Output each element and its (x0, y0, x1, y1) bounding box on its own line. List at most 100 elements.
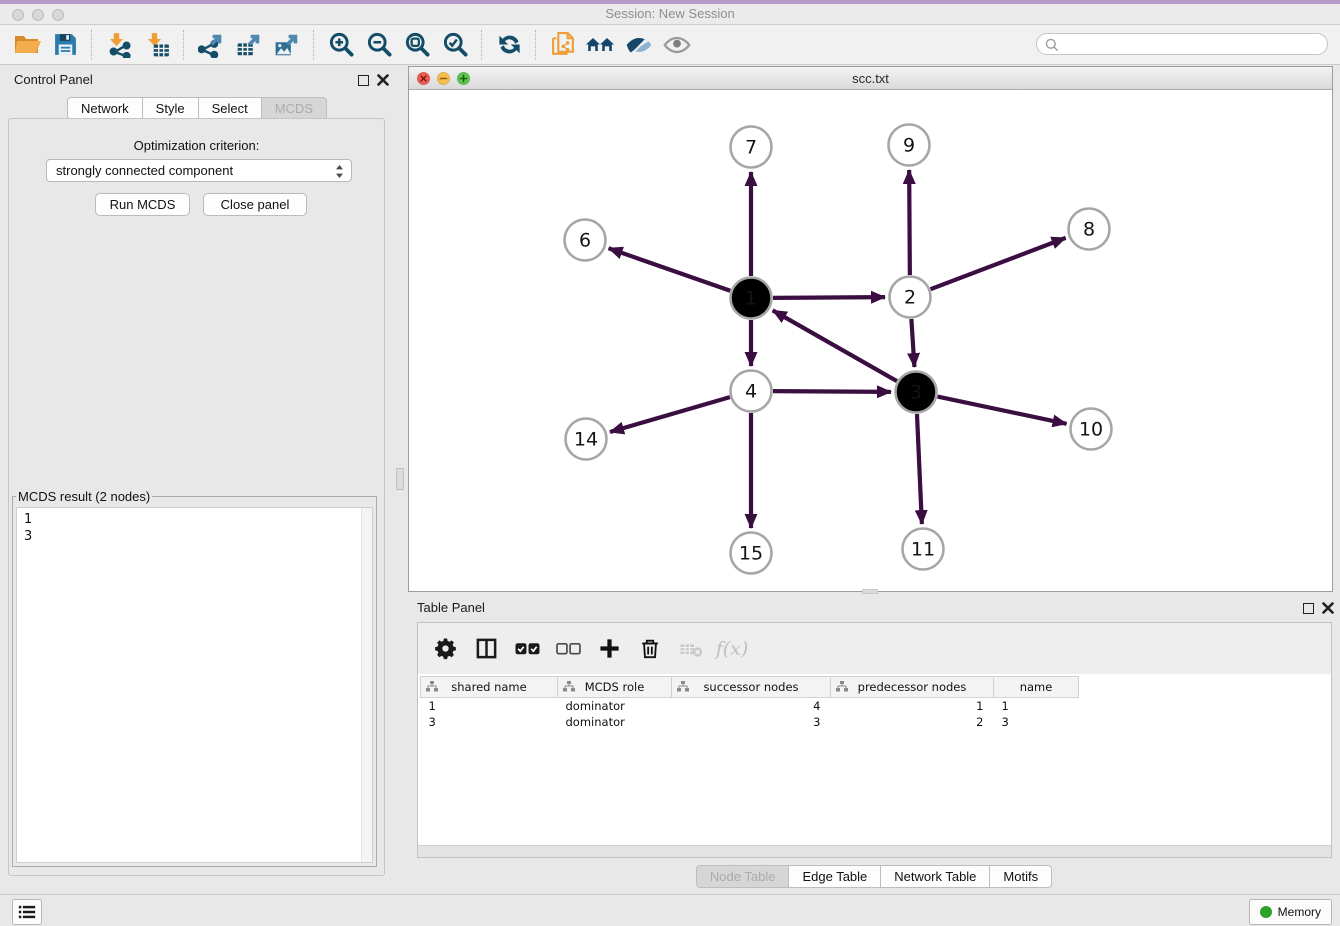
tab-motifs[interactable]: Motifs (989, 865, 1052, 888)
criterion-value: strongly connected component (56, 163, 233, 178)
hide-selected-icon[interactable] (620, 29, 658, 61)
network-canvas[interactable]: 7968124314101511 (409, 90, 1332, 591)
toolbar-separator (91, 30, 93, 60)
close-table-panel-icon[interactable] (1322, 602, 1334, 614)
tab-select[interactable]: Select (198, 97, 262, 120)
tab-node-table[interactable]: Node Table (696, 865, 790, 888)
status-bar: Memory (0, 894, 1340, 926)
result-scrollbar[interactable] (361, 508, 372, 862)
import-table-icon[interactable] (138, 29, 176, 61)
edge-2-8[interactable] (931, 238, 1066, 289)
list-icon (18, 904, 36, 920)
float-table-panel-icon[interactable] (1303, 603, 1314, 614)
mcds-result-fieldset: MCDS result (2 nodes) 1 3 (12, 489, 377, 867)
cell-mcds-role[interactable]: dominator (558, 698, 672, 715)
edge-3-11[interactable] (917, 414, 922, 524)
cell-shared-name[interactable]: 3 (421, 714, 558, 730)
column-header-successor-nodes[interactable]: successor nodes (672, 677, 831, 698)
toolbar-separator (313, 30, 315, 60)
run-mcds-button[interactable]: Run MCDS (95, 193, 190, 216)
control-panel-tabs: NetworkStyleSelectMCDS (0, 97, 394, 120)
network-window-titlebar[interactable]: scc.txt (409, 67, 1332, 90)
memory-button[interactable]: Memory (1249, 899, 1332, 925)
ndex-import-icon[interactable] (544, 29, 582, 61)
column-header-mcds-role[interactable]: MCDS role (558, 677, 672, 698)
zoom-in-icon[interactable] (322, 29, 360, 61)
cell-predecessor-nodes[interactable]: 1 (831, 698, 994, 715)
task-history-button[interactable] (12, 899, 42, 925)
close-panel-icon[interactable] (377, 74, 389, 86)
delete-table-icon (678, 636, 704, 662)
table-horizontal-scrollbar[interactable] (418, 845, 1331, 857)
columns-icon[interactable] (473, 636, 499, 662)
cell-mcds-role[interactable]: dominator (558, 714, 672, 730)
edge-3-10[interactable] (938, 397, 1067, 424)
tab-style[interactable]: Style (142, 97, 199, 120)
memory-label: Memory (1278, 905, 1321, 919)
cell-shared-name[interactable]: 1 (421, 698, 558, 715)
node-table-container: f(x) shared nameMCDS rolesuccessor nodes… (417, 622, 1332, 858)
edge-3-1[interactable] (773, 310, 897, 381)
delete-columns-icon[interactable] (637, 636, 663, 662)
node-label-14: 14 (574, 429, 598, 451)
table-tabs: Node TableEdge TableNetwork TableMotifs (408, 865, 1340, 888)
vertical-splitter-handle[interactable] (396, 468, 404, 490)
search-input[interactable] (1063, 35, 1322, 55)
accent-strip (0, 0, 1340, 4)
ndex-home-icon[interactable] (582, 29, 620, 61)
zoom-selected-icon[interactable] (436, 29, 474, 61)
mcds-result-text: 1 3 (17, 508, 372, 545)
zoom-fit-icon[interactable] (398, 29, 436, 61)
table-panel: Table Panel f(x) shared nameMCDS rolesuc… (408, 594, 1340, 894)
select-stepper-icon (335, 164, 344, 185)
cell-name[interactable]: 1 (994, 698, 1079, 715)
save-session-icon[interactable] (46, 29, 84, 61)
edge-4-14[interactable] (610, 397, 730, 432)
table-row: 1dominator411 (421, 698, 1079, 715)
import-network-icon[interactable] (100, 29, 138, 61)
cell-successor-nodes[interactable]: 3 (672, 714, 831, 730)
node-label-8: 8 (1083, 219, 1095, 241)
application-window: Session: New Session Control Panel Netwo… (0, 0, 1340, 926)
close-panel-button[interactable]: Close panel (203, 193, 307, 216)
edge-1-6[interactable] (609, 248, 731, 290)
search-icon (1044, 37, 1060, 53)
show-all-icon[interactable] (658, 29, 696, 61)
zoom-out-icon[interactable] (360, 29, 398, 61)
edge-1-2[interactable] (773, 297, 885, 298)
window-title: Session: New Session (0, 6, 1340, 21)
open-session-icon[interactable] (8, 29, 46, 61)
column-header-shared-name[interactable]: shared name (421, 677, 558, 698)
toolbar-separator (481, 30, 483, 60)
tab-edge-table[interactable]: Edge Table (788, 865, 881, 888)
edge-2-9[interactable] (909, 170, 910, 275)
node-label-11: 11 (911, 539, 935, 561)
column-header-predecessor-nodes[interactable]: predecessor nodes (831, 677, 994, 698)
tab-mcds[interactable]: MCDS (261, 97, 327, 120)
edge-4-3[interactable] (773, 391, 891, 392)
float-panel-icon[interactable] (358, 75, 369, 86)
edge-2-3[interactable] (911, 319, 914, 367)
add-column-icon[interactable] (596, 636, 622, 662)
settings-gear-icon[interactable] (432, 636, 458, 662)
column-header-name[interactable]: name (994, 677, 1079, 698)
node-label-9: 9 (903, 135, 915, 157)
tab-network[interactable]: Network (67, 97, 143, 120)
export-network-icon[interactable] (192, 29, 230, 61)
tab-network-table[interactable]: Network Table (880, 865, 990, 888)
search-box (1036, 33, 1328, 55)
node-label-6: 6 (579, 230, 591, 252)
cell-name[interactable]: 3 (994, 714, 1079, 730)
node-label-1: 1 (745, 288, 757, 310)
refresh-icon[interactable] (490, 29, 528, 61)
cell-successor-nodes[interactable]: 4 (672, 698, 831, 715)
criterion-select[interactable]: strongly connected component (46, 159, 352, 182)
select-all-icon[interactable] (514, 636, 540, 662)
export-table-icon[interactable] (230, 29, 268, 61)
export-image-icon[interactable] (268, 29, 306, 61)
toolbar-separator (183, 30, 185, 60)
deselect-all-icon[interactable] (555, 636, 581, 662)
cell-predecessor-nodes[interactable]: 2 (831, 714, 994, 730)
mcds-panel: Optimization criterion: strongly connect… (8, 118, 385, 876)
node-label-3: 3 (910, 382, 922, 404)
